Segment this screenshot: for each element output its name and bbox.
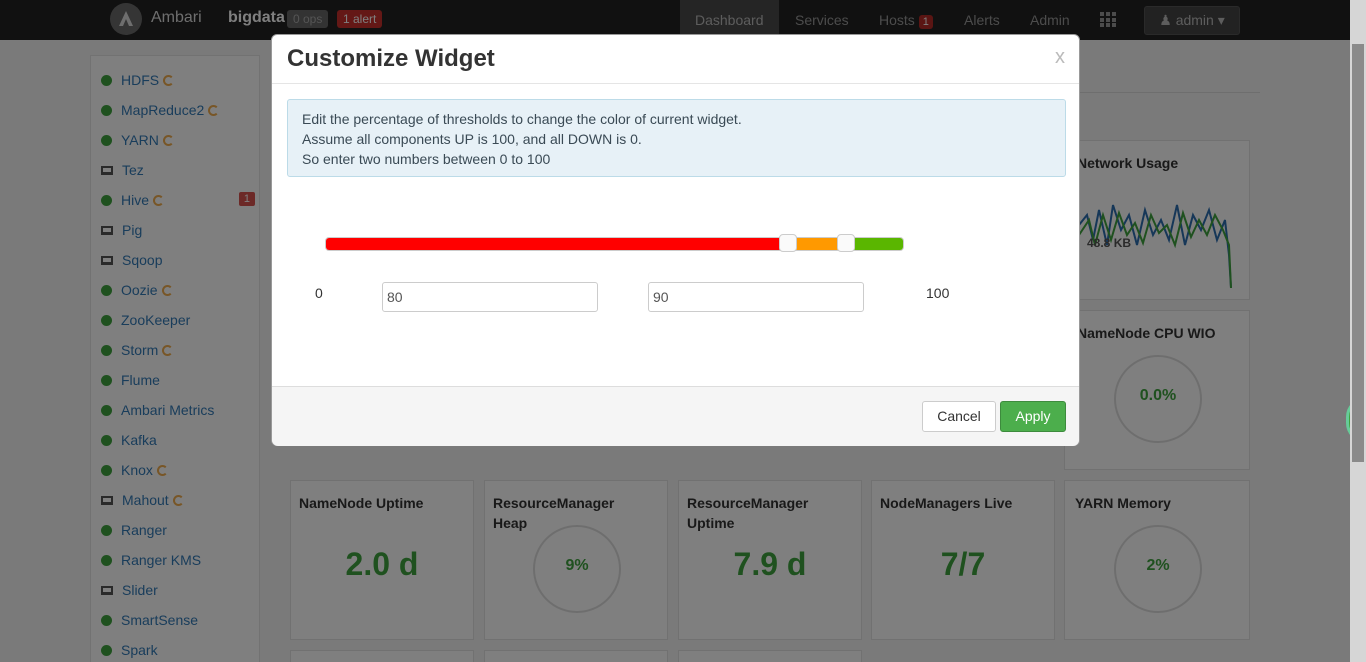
modal-header: Customize Widget x — [272, 35, 1079, 84]
info-line: Edit the percentage of thresholds to cha… — [302, 111, 742, 127]
info-line: So enter two numbers between 0 to 100 — [302, 151, 551, 167]
threshold-high-input[interactable] — [648, 282, 864, 312]
threshold-low-input[interactable] — [382, 282, 598, 312]
slider-handle-high[interactable] — [837, 234, 856, 252]
scrollbar-thumb[interactable] — [1352, 44, 1364, 462]
slider-segment-high — [847, 238, 903, 250]
modal-title: Customize Widget — [287, 45, 495, 72]
info-alert: Edit the percentage of thresholds to cha… — [287, 99, 1066, 177]
cancel-button[interactable]: Cancel — [922, 401, 996, 432]
threshold-slider[interactable] — [325, 237, 904, 251]
close-icon[interactable]: x — [1055, 46, 1065, 69]
info-line: Assume all components UP is 100, and all… — [302, 131, 642, 147]
apply-button[interactable]: Apply — [1000, 401, 1066, 432]
slider-handle-low[interactable] — [779, 234, 798, 252]
slider-min-label: 0 — [315, 285, 323, 301]
customize-widget-modal: Customize Widget x Edit the percentage o… — [271, 34, 1080, 446]
slider-max-label: 100 — [926, 285, 950, 301]
modal-footer: Cancel Apply — [272, 386, 1079, 446]
slider-segment-low — [326, 238, 790, 250]
